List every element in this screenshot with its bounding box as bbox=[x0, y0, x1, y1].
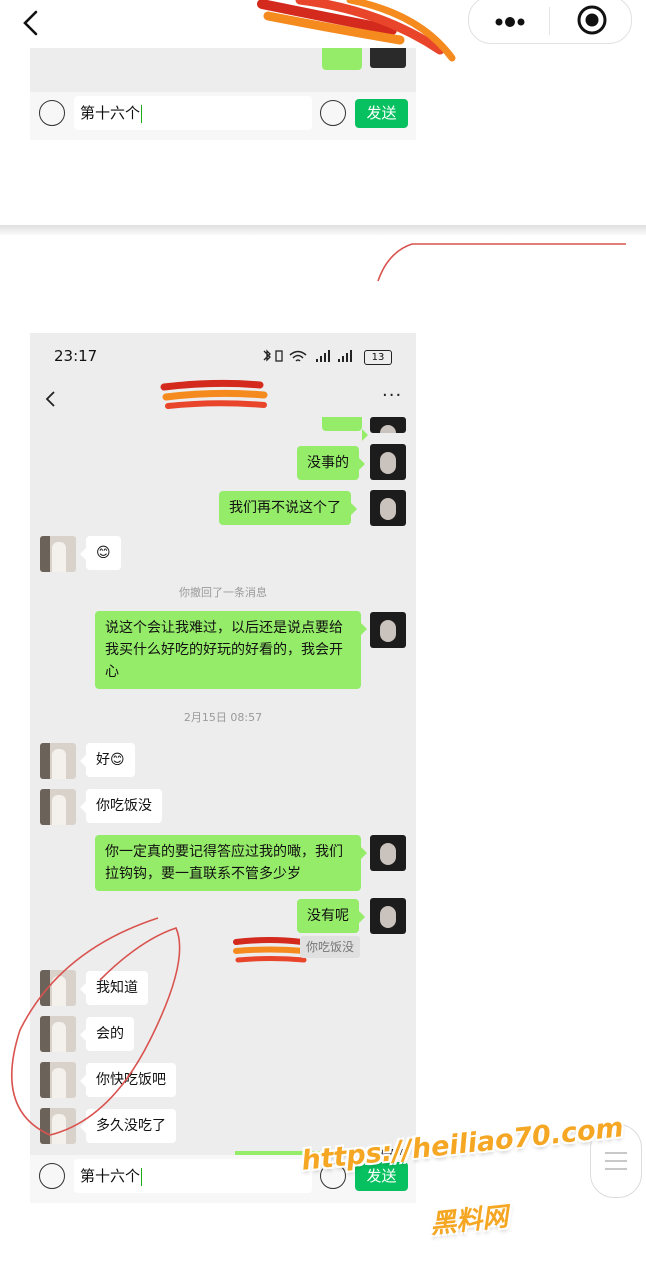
chat-navbar: ··· bbox=[30, 379, 416, 419]
message-bubble-me[interactable]: 没有呢 bbox=[297, 899, 365, 933]
chevron-left-icon[interactable] bbox=[14, 6, 48, 40]
emoji-icon[interactable] bbox=[320, 100, 346, 126]
message-bubble-them[interactable]: 😊 bbox=[80, 536, 121, 570]
message-bubble-me[interactable]: 我们再不说这个了 bbox=[219, 491, 357, 525]
avatar-them[interactable] bbox=[40, 1062, 76, 1098]
more-dots-icon[interactable] bbox=[489, 7, 531, 35]
quoted-message[interactable]: 你吃饭没 bbox=[300, 936, 361, 958]
message-bubble-them[interactable]: 会的 bbox=[80, 1017, 134, 1051]
recall-notice: 你撤回了一条消息 bbox=[179, 586, 267, 599]
section-divider bbox=[0, 225, 646, 235]
battery-indicator: 13 bbox=[364, 350, 392, 365]
redacted-contact-name bbox=[160, 379, 268, 409]
text-caret bbox=[141, 104, 143, 123]
avatar-me[interactable] bbox=[370, 490, 406, 526]
target-circle-icon[interactable] bbox=[575, 3, 609, 37]
message-bubble-fragment bbox=[322, 417, 368, 441]
voice-icon[interactable] bbox=[39, 100, 65, 126]
status-bar: 23:17 13 bbox=[30, 333, 416, 379]
timestamp-divider: 2月15日 08:57 bbox=[183, 711, 263, 724]
more-options-button[interactable]: ··· bbox=[382, 385, 402, 406]
mini-program-topbar bbox=[0, 0, 646, 48]
avatar-them[interactable] bbox=[40, 970, 76, 1006]
avatar-them[interactable] bbox=[40, 743, 76, 779]
capsule-divider bbox=[549, 7, 550, 35]
message-bubble-them[interactable]: 我知道 bbox=[80, 971, 148, 1005]
message-bubble-them[interactable]: 好😊 bbox=[80, 743, 135, 777]
screenshot-top-fragment: 第十六个 发送 bbox=[30, 48, 416, 140]
avatar-them[interactable] bbox=[40, 536, 76, 572]
avatar-them[interactable] bbox=[40, 789, 76, 825]
avatar-me[interactable] bbox=[370, 835, 406, 871]
message-bubble-them[interactable]: 你吃饭没 bbox=[80, 789, 162, 823]
message-bubble-me[interactable]: 没事的 bbox=[297, 446, 365, 480]
message-bubble-fragment bbox=[322, 48, 362, 70]
message-input[interactable]: 第十六个 bbox=[74, 96, 312, 130]
annotation-stroke bbox=[377, 243, 626, 282]
avatar-them[interactable] bbox=[40, 1108, 76, 1144]
chevron-left-icon[interactable] bbox=[44, 389, 58, 409]
avatar bbox=[370, 48, 406, 68]
send-button[interactable]: 发送 bbox=[355, 99, 408, 128]
avatar-them[interactable] bbox=[40, 1016, 76, 1052]
message-bubble-them[interactable]: 你快吃饭吧 bbox=[80, 1063, 176, 1097]
capsule-menu bbox=[468, 0, 632, 44]
message-bubble-them[interactable]: 多久没吃了 bbox=[80, 1109, 176, 1143]
message-input[interactable]: 第十六个 bbox=[74, 1159, 312, 1193]
message-bubble-me[interactable]: 你一定真的要记得答应过我的噉，我们拉钩钩，要一直联系不管多少岁 bbox=[95, 835, 367, 891]
chat-screenshot: 23:17 13 ··· 没事的 我们再不说这个了 😊 你撤回了一条消息 说这个… bbox=[30, 333, 416, 1203]
avatar-me[interactable] bbox=[370, 444, 406, 480]
avatar bbox=[370, 417, 406, 433]
text-caret bbox=[141, 1167, 143, 1186]
voice-icon[interactable] bbox=[39, 1163, 65, 1189]
redacted-quote-name bbox=[233, 937, 307, 963]
avatar-me[interactable] bbox=[370, 898, 406, 934]
status-time: 23:17 bbox=[54, 347, 98, 365]
chat-input-bar: 第十六个 发送 bbox=[30, 92, 416, 140]
watermark-site-name: 黑料网 bbox=[428, 1201, 510, 1240]
avatar-me[interactable] bbox=[370, 612, 406, 648]
message-bubble-me[interactable]: 说这个会让我难过，以后还是说点要给我买什么好吃的好玩的好看的，我会开心 bbox=[95, 611, 367, 689]
